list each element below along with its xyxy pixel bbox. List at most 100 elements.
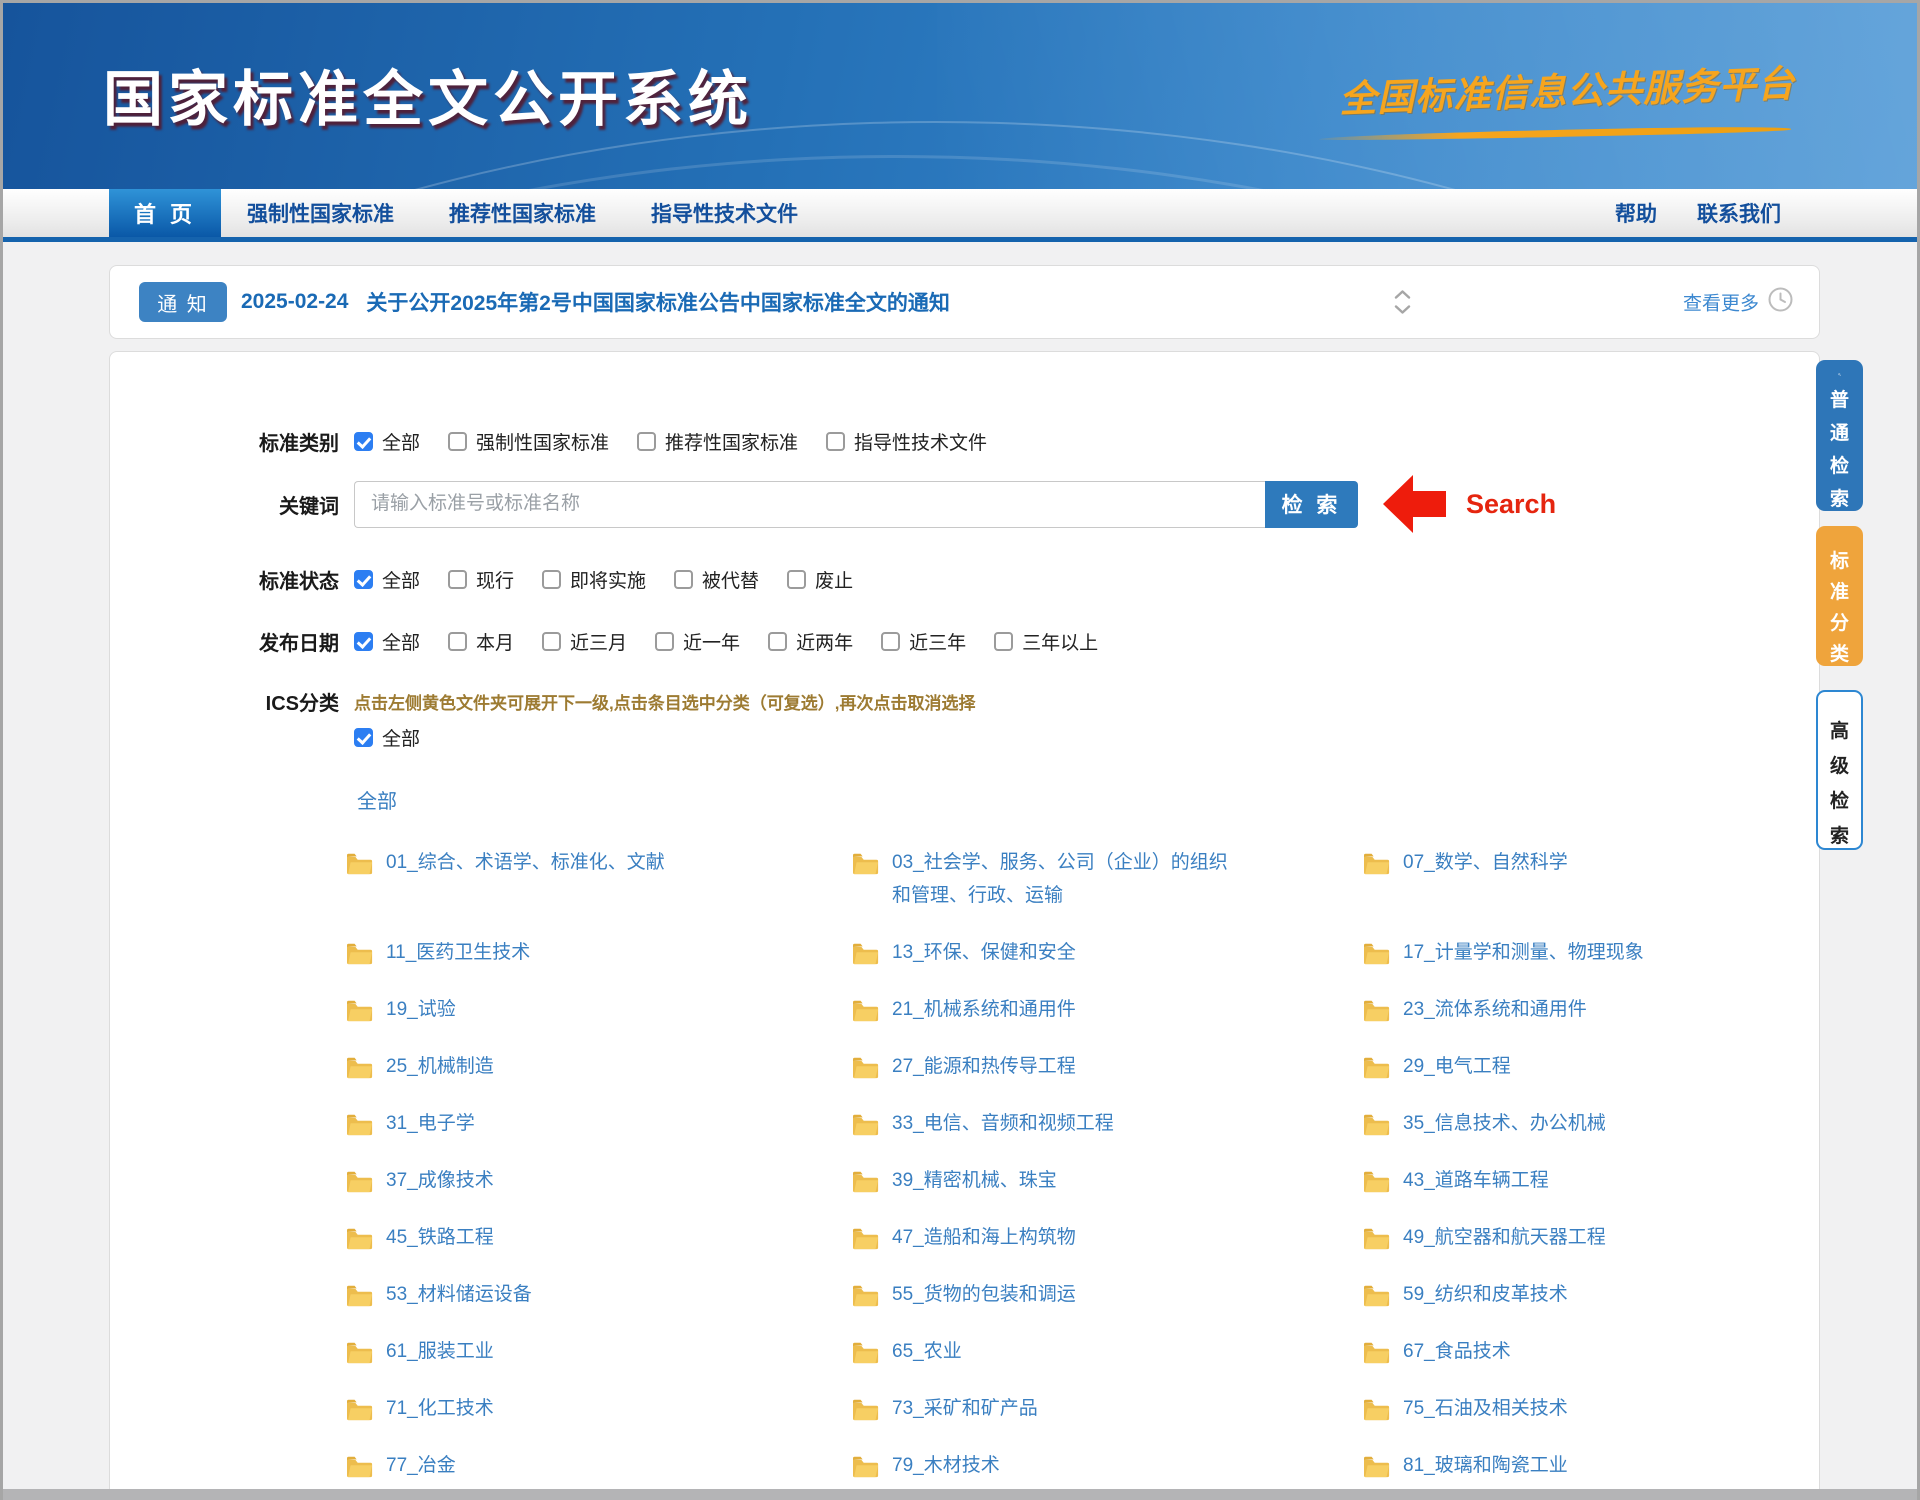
ics-category-item[interactable]: 49_航空器和航天器工程 (1363, 1221, 1789, 1254)
ics-category-link[interactable]: 73_采矿和矿产品 (892, 1392, 1038, 1425)
checkbox-option[interactable]: 三年以上 (994, 628, 1098, 655)
chevron-down-icon[interactable] (1394, 305, 1411, 315)
ics-category-link[interactable]: 61_服装工业 (386, 1335, 494, 1368)
checkbox-unchecked[interactable] (881, 632, 900, 651)
ics-category-item[interactable]: 71_化工技术 (346, 1392, 852, 1425)
checkbox-unchecked[interactable] (826, 432, 845, 451)
ics-category-item[interactable]: 01_综合、术语学、标准化、文献 (346, 846, 852, 912)
checkbox-option[interactable]: 指导性技术文件 (826, 428, 987, 455)
ics-category-link[interactable]: 07_数学、自然科学 (1403, 846, 1568, 879)
ics-category-link[interactable]: 45_铁路工程 (386, 1221, 494, 1254)
ics-category-item[interactable]: 03_社会学、服务、公司（企业）的组织和管理、行政、运输 (852, 846, 1363, 912)
checkbox-option[interactable]: 近一年 (655, 628, 740, 655)
ics-category-link[interactable]: 75_石油及相关技术 (1403, 1392, 1568, 1425)
checkbox-unchecked[interactable] (637, 432, 656, 451)
checkbox-option[interactable]: 近三年 (881, 628, 966, 655)
ics-category-item[interactable]: 43_道路车辆工程 (1363, 1164, 1789, 1197)
ics-category-item[interactable]: 31_电子学 (346, 1107, 852, 1140)
checkbox-unchecked[interactable] (542, 570, 561, 589)
checkbox-option[interactable]: 废止 (787, 566, 853, 593)
checkbox-checked[interactable] (354, 432, 373, 451)
keyword-input[interactable] (354, 481, 1265, 528)
ics-category-item[interactable]: 65_农业 (852, 1335, 1363, 1368)
ics-category-item[interactable]: 39_精密机械、珠宝 (852, 1164, 1363, 1197)
ics-category-link[interactable]: 59_纺织和皮革技术 (1403, 1278, 1568, 1311)
ics-category-link[interactable]: 13_环保、保健和安全 (892, 936, 1076, 969)
search-button[interactable]: 检 索 (1265, 481, 1358, 528)
checkbox-option[interactable]: 即将实施 (542, 566, 646, 593)
checkbox-option[interactable]: 全部 (354, 724, 420, 751)
side-tab-list[interactable]: 标准分类 (1816, 526, 1863, 666)
ics-category-item[interactable]: 17_计量学和测量、物理现象 (1363, 936, 1789, 969)
ics-category-item[interactable]: 33_电信、音频和视频工程 (852, 1107, 1363, 1140)
ics-category-link[interactable]: 21_机械系统和通用件 (892, 993, 1076, 1026)
checkbox-unchecked[interactable] (674, 570, 693, 589)
checkbox-option[interactable]: 全部 (354, 428, 420, 455)
chevron-up-icon[interactable] (1394, 290, 1411, 300)
ics-category-item[interactable]: 61_服装工业 (346, 1335, 852, 1368)
checkbox-unchecked[interactable] (448, 570, 467, 589)
checkbox-option[interactable]: 本月 (448, 628, 514, 655)
checkbox-option[interactable]: 现行 (448, 566, 514, 593)
ics-category-link[interactable]: 39_精密机械、珠宝 (892, 1164, 1057, 1197)
ics-category-link[interactable]: 01_综合、术语学、标准化、文献 (386, 846, 665, 879)
checkbox-option[interactable]: 全部 (354, 628, 420, 655)
ics-category-link[interactable]: 31_电子学 (386, 1107, 475, 1140)
ics-category-item[interactable]: 67_食品技术 (1363, 1335, 1789, 1368)
checkbox-option[interactable]: 近三月 (542, 628, 627, 655)
checkbox-checked[interactable] (354, 632, 373, 651)
ics-category-link[interactable]: 35_信息技术、办公机械 (1403, 1107, 1606, 1140)
ics-category-item[interactable]: 13_环保、保健和安全 (852, 936, 1363, 969)
ics-category-link[interactable]: 49_航空器和航天器工程 (1403, 1221, 1606, 1254)
ics-category-link[interactable]: 71_化工技术 (386, 1392, 494, 1425)
ics-category-link[interactable]: 43_道路车辆工程 (1403, 1164, 1549, 1197)
side-tab-search[interactable]: 普通检索 (1816, 360, 1863, 511)
ics-category-link[interactable]: 81_玻璃和陶瓷工业 (1403, 1449, 1568, 1482)
ics-category-item[interactable]: 73_采矿和矿产品 (852, 1392, 1363, 1425)
nav-tab[interactable]: 首 页 (109, 189, 221, 237)
ics-category-link[interactable]: 37_成像技术 (386, 1164, 494, 1197)
ics-category-link[interactable]: 33_电信、音频和视频工程 (892, 1107, 1114, 1140)
checkbox-checked[interactable] (354, 728, 373, 747)
ics-category-item[interactable]: 21_机械系统和通用件 (852, 993, 1363, 1026)
checkbox-unchecked[interactable] (768, 632, 787, 651)
nav-link[interactable]: 帮助 (1615, 198, 1657, 228)
ics-category-link[interactable]: 53_材料储运设备 (386, 1278, 532, 1311)
checkbox-unchecked[interactable] (448, 632, 467, 651)
ics-category-item[interactable]: 37_成像技术 (346, 1164, 852, 1197)
ics-category-link[interactable]: 65_农业 (892, 1335, 962, 1368)
ics-category-item[interactable]: 25_机械制造 (346, 1050, 852, 1083)
checkbox-option[interactable]: 全部 (354, 566, 420, 593)
checkbox-unchecked[interactable] (655, 632, 674, 651)
nav-tab[interactable]: 指导性技术文件 (651, 198, 798, 228)
nav-link[interactable]: 联系我们 (1697, 198, 1781, 228)
ics-category-item[interactable]: 75_石油及相关技术 (1363, 1392, 1789, 1425)
ics-category-link[interactable]: 03_社会学、服务、公司（企业）的组织和管理、行政、运输 (892, 846, 1228, 912)
ics-category-item[interactable]: 81_玻璃和陶瓷工业 (1363, 1449, 1789, 1482)
ics-category-item[interactable]: 29_电气工程 (1363, 1050, 1789, 1083)
ics-category-item[interactable]: 19_试验 (346, 993, 852, 1026)
ics-category-item[interactable]: 27_能源和热传导工程 (852, 1050, 1363, 1083)
ics-category-item[interactable]: 11_医药卫生技术 (346, 936, 852, 969)
ics-category-link[interactable]: 19_试验 (386, 993, 456, 1026)
ics-category-link[interactable]: 23_流体系统和通用件 (1403, 993, 1587, 1026)
ics-category-link[interactable]: 67_食品技术 (1403, 1335, 1511, 1368)
nav-tab[interactable]: 强制性国家标准 (247, 198, 394, 228)
ics-category-item[interactable]: 23_流体系统和通用件 (1363, 993, 1789, 1026)
side-tab-dots[interactable]: 高级检索 (1816, 690, 1863, 850)
notice-link[interactable]: 2025-02-24 关于公开2025年第2号中国国家标准公告中国家标准全文的通… (241, 266, 950, 338)
ics-category-link[interactable]: 79_木材技术 (892, 1449, 1000, 1482)
checkbox-option[interactable]: 被代替 (674, 566, 759, 593)
ics-category-link[interactable]: 11_医药卫生技术 (386, 936, 530, 969)
ics-category-link[interactable]: 77_冶金 (386, 1449, 456, 1482)
ics-category-item[interactable]: 47_造船和海上构筑物 (852, 1221, 1363, 1254)
checkbox-unchecked[interactable] (994, 632, 1013, 651)
checkbox-unchecked[interactable] (448, 432, 467, 451)
checkbox-unchecked[interactable] (787, 570, 806, 589)
ics-category-item[interactable]: 45_铁路工程 (346, 1221, 852, 1254)
ics-category-link[interactable]: 17_计量学和测量、物理现象 (1403, 936, 1644, 969)
ics-category-item[interactable]: 77_冶金 (346, 1449, 852, 1482)
checkbox-option[interactable]: 近两年 (768, 628, 853, 655)
checkbox-checked[interactable] (354, 570, 373, 589)
view-more-link[interactable]: 查看更多 (1683, 289, 1759, 316)
